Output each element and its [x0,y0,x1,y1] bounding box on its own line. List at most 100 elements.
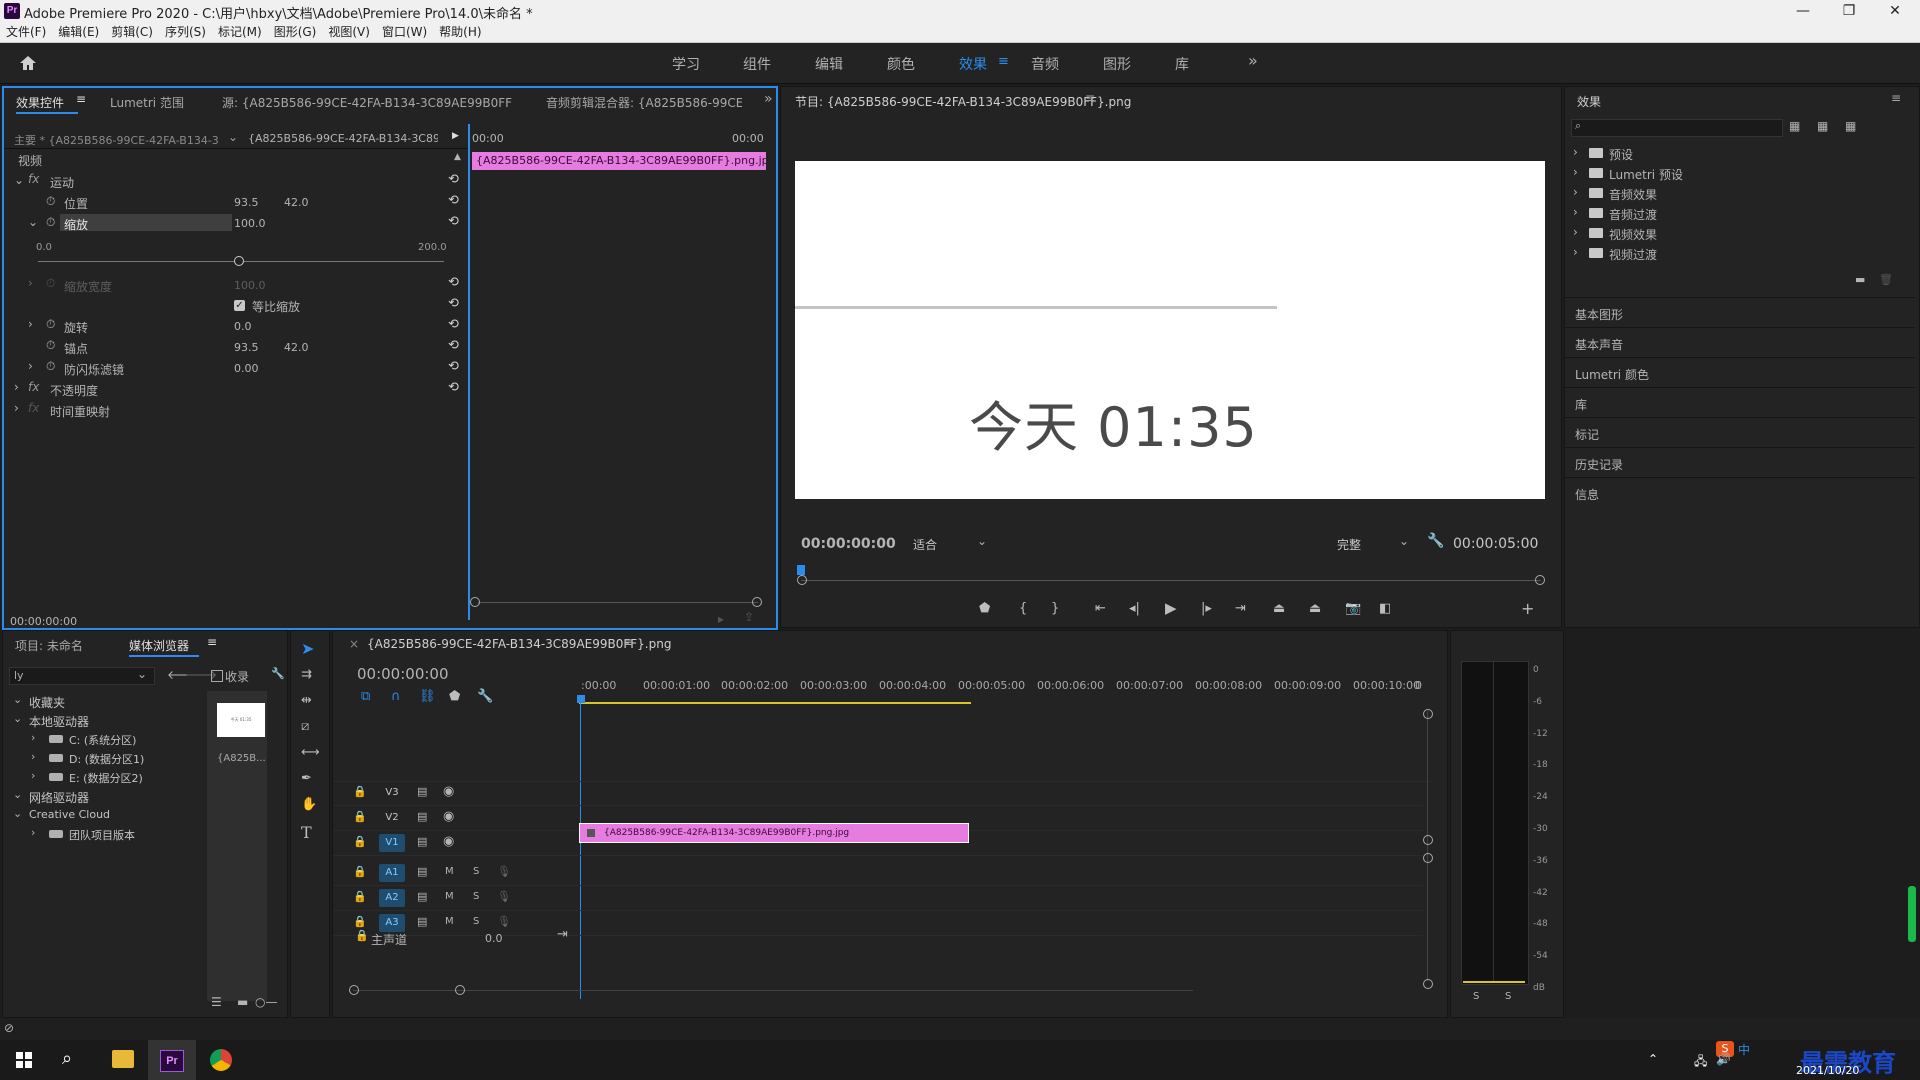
wrench-icon[interactable]: 🔧 [1427,533,1444,549]
expand-tree-icon[interactable]: › [31,769,35,782]
step-back-icon[interactable]: ◂| [1129,601,1140,616]
media-tree-item[interactable]: 本地驱动器 [29,713,89,730]
expand-tree-icon[interactable]: ⌄ [13,788,22,801]
effects-section-header[interactable]: 信息 [1575,486,1599,503]
ec-export-icon[interactable]: ⇪ [744,610,754,624]
eye-icon[interactable]: ◉ [443,834,454,849]
quality-dropdown[interactable]: 完整 [1337,536,1361,553]
effects-folder-item[interactable]: 音频效果 [1609,186,1657,203]
work-area-bar[interactable] [579,702,971,704]
effects-folder-item[interactable]: Lumetri 预设 [1609,166,1683,183]
flicker-filter-value[interactable]: 0.00 [234,362,259,375]
expand-time-remap-icon[interactable]: › [14,401,19,415]
razor-icon[interactable]: ⧄ [301,719,309,734]
track-label-v2[interactable]: V2 [379,809,405,827]
expand-folder-icon[interactable]: › [1573,225,1578,239]
sync-lock-icon[interactable]: ▤ [417,865,427,878]
lock-icon[interactable]: 🔒 [353,785,367,798]
vscroll-handle[interactable] [1423,853,1433,863]
solo-button[interactable]: S [473,891,479,902]
windows-start-icon[interactable] [16,1052,32,1068]
tab-source[interactable]: 源: {A825B586-99CE-42FA-B134-3C89AE99B0FF… [222,94,512,111]
anchor-x-value[interactable]: 93.5 [234,341,259,354]
reset-scale-width-icon[interactable]: ⟲ [448,275,459,290]
solo-left-button[interactable]: S [1473,991,1479,1002]
solo-button[interactable]: S [473,916,479,927]
mute-button[interactable]: M [445,866,454,877]
project-menu-icon[interactable]: ≡ [207,635,217,649]
mute-button[interactable]: M [445,891,454,902]
file-explorer-icon[interactable] [112,1050,134,1068]
add-button-icon[interactable]: + [1521,599,1534,618]
workspace-audio[interactable]: 音频 [1031,54,1059,74]
workspace-effects[interactable]: 效果 [959,54,987,74]
mark-in-icon[interactable]: { [1019,601,1027,616]
expand-tree-icon[interactable]: › [31,826,35,839]
effects-section-header[interactable]: 基本声音 [1575,336,1623,353]
workspace-menu-icon[interactable]: ≡ [998,54,1009,69]
media-tree-item[interactable]: Creative Cloud [29,808,110,821]
mute-button[interactable]: M [445,916,454,927]
menu-clip[interactable]: 剪辑(C) [105,22,159,42]
scale-slider-thumb[interactable] [234,256,244,266]
lock-icon[interactable]: 🔒 [353,915,367,928]
snap-magnet-icon[interactable]: ∩ [391,689,401,704]
menu-edit[interactable]: 编辑(E) [52,22,105,42]
delete-icon[interactable]: 🗑 [1879,273,1893,286]
expand-opacity-icon[interactable]: › [14,380,19,394]
vscroll-handle[interactable] [1423,835,1433,845]
chevron-down-icon[interactable]: ⌄ [137,667,147,681]
workspace-edit[interactable]: 编辑 [815,54,843,74]
program-preview[interactable]: 今天 01:35 [795,161,1545,499]
timeline-timecode[interactable]: 00:00:00:00 [357,665,449,683]
expand-folder-icon[interactable]: › [1573,145,1578,159]
reset-scale-icon[interactable]: ⟲ [448,214,459,229]
expand-tree-icon[interactable]: › [31,750,35,763]
stopwatch-icon[interactable]: ⏱ [46,317,55,332]
effects-folder-item[interactable]: 预设 [1609,146,1633,163]
collect-checkbox[interactable] [211,670,223,682]
effects-section-header[interactable]: 库 [1575,396,1587,413]
compare-view-icon[interactable]: ◧ [1379,601,1391,616]
solo-right-button[interactable]: S [1505,991,1511,1002]
track-label-a2[interactable]: A2 [379,889,405,907]
timeline-clip-v1[interactable]: {A825B586-99CE-42FA-B134-3C89AE99B0FF}.p… [579,823,969,843]
sync-lock-icon[interactable]: ▤ [417,785,427,798]
accelerated-effects-icon[interactable]: ▦ [1789,119,1800,133]
go-to-end-icon[interactable]: ⇥ [557,927,568,942]
network-icon[interactable]: 🖧 [1694,1052,1707,1073]
stopwatch-icon[interactable]: ⏱ [46,338,55,353]
ec-clip-bar[interactable]: {A825B586-99CE-42FA-B134-3C89AE99B0FF}.p… [472,152,766,170]
sync-lock-icon[interactable]: ▤ [417,835,427,848]
more-workspaces-icon[interactable]: » [1248,51,1258,70]
menu-sequence[interactable]: 序列(S) [159,22,212,42]
eye-icon[interactable]: ◉ [443,784,454,799]
step-forward-icon[interactable]: |▸ [1201,601,1212,616]
timeline-zoom-left[interactable] [349,985,359,995]
minimize-button[interactable]: — [1780,0,1826,22]
expand-scale-icon[interactable]: ⌄ [28,215,38,229]
program-menu-icon[interactable]: ≡ [1085,91,1095,105]
expand-tree-icon[interactable]: ⌄ [13,712,22,725]
lock-icon[interactable]: 🔒 [353,890,367,903]
effects-title[interactable]: 效果 [1577,93,1601,110]
effects-search-input[interactable] [1571,119,1783,137]
lock-icon[interactable]: 🔒 [355,929,369,942]
media-browser-search[interactable]: ly [9,667,155,685]
type-tool-icon[interactable]: T [301,823,312,842]
reset-opacity-icon[interactable]: ⟲ [448,380,459,395]
lock-icon[interactable]: 🔒 [353,835,367,848]
eye-icon[interactable]: ◉ [443,809,454,824]
track-select-icon[interactable]: ⇉ [301,667,312,682]
effects-folder-item[interactable]: 视频过渡 [1609,246,1657,263]
timeline-zoom-right[interactable] [455,985,465,995]
effects-section-header[interactable]: Lumetri 颜色 [1575,366,1649,383]
workspace-libraries[interactable]: 库 [1175,54,1189,74]
timeline-playhead-line[interactable] [580,703,581,999]
program-zoom-left[interactable] [797,575,807,585]
program-playhead[interactable] [797,565,805,575]
master-track-value[interactable]: 0.0 [485,932,503,945]
collapse-icon[interactable]: ▲ [454,152,461,162]
ec-zoom-scrollbar[interactable] [478,602,758,603]
ec-playhead-line[interactable] [468,124,470,620]
